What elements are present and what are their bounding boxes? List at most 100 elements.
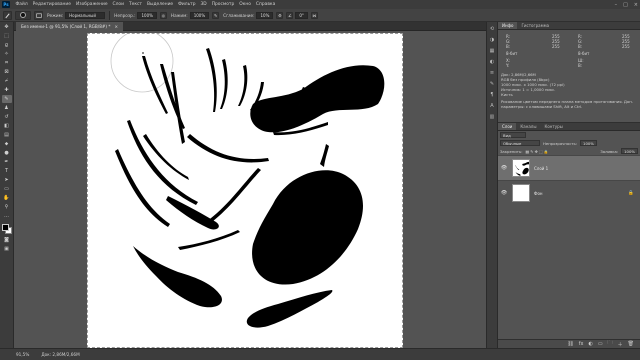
menu-view[interactable]: Просмотр (209, 2, 237, 7)
layer-kind-filter[interactable]: Вид (500, 132, 526, 138)
tab-info[interactable]: Инфо (498, 22, 518, 29)
sliders-icon: ≡ (489, 70, 495, 76)
move-tool[interactable]: ✥ (2, 23, 12, 31)
quick-select-tool[interactable]: ✧ (2, 50, 12, 58)
stroke-3 (171, 72, 185, 144)
magnifier-icon: ⚲ (4, 204, 9, 210)
minimize-button[interactable]: – (615, 2, 618, 8)
airbrush-button[interactable]: ✎ (212, 11, 220, 19)
menu-3d[interactable]: 3D (198, 2, 209, 7)
layer-row[interactable]: 👁 Фон 🔒 (498, 180, 640, 205)
adjustment-layer-icon[interactable]: ◐ (589, 341, 593, 347)
hand-tool[interactable]: ✋ (2, 194, 12, 202)
paths-panel-button[interactable]: ¶ (488, 91, 496, 99)
panel-icon-strip: ⟲ ◑ ▦ ◐ ≡ ✎ ¶ A ▥ (486, 22, 498, 348)
history-brush-tool[interactable]: ↺ (2, 113, 12, 121)
tab-close-icon[interactable]: × (114, 24, 118, 29)
doc-size[interactable]: Док: 2,86М/2,66М (41, 352, 79, 357)
tab-layers[interactable]: Слои (498, 123, 517, 130)
menu-edit[interactable]: Редактирование (30, 2, 73, 7)
lock-icons[interactable]: ▦ ✎ ✥ ⬚ 🔒 (525, 149, 548, 154)
menu-select[interactable]: Выделение (144, 2, 175, 7)
mask-icon[interactable]: ▭ (598, 341, 603, 347)
tab-histogram[interactable]: Гистограмма (517, 22, 553, 29)
foreground-color[interactable] (1, 224, 9, 231)
angle-field[interactable]: 0° (295, 11, 308, 19)
mode-select[interactable]: Нормальный (65, 11, 106, 19)
eraser-tool[interactable]: ◧ (2, 122, 12, 130)
visibility-eye-icon[interactable]: 👁 (500, 165, 508, 171)
new-layer-icon[interactable]: ＋ (618, 341, 623, 348)
smoothing-field[interactable]: 10% (256, 11, 274, 19)
lasso-tool[interactable]: ϱ (2, 41, 12, 49)
fx-icon[interactable]: fx (579, 341, 584, 347)
link-layers-icon[interactable]: ⛓ (567, 341, 573, 347)
color-panel-button[interactable]: ◑ (488, 36, 496, 44)
frame-tool[interactable]: ⊠ (2, 68, 12, 76)
history-panel-button[interactable]: ⟲ (488, 25, 496, 33)
document-canvas[interactable] (87, 33, 403, 348)
character-panel-button[interactable]: A (488, 102, 496, 110)
properties-panel-button[interactable]: ≡ (488, 69, 496, 77)
swatches-panel-button[interactable]: ▦ (488, 47, 496, 55)
tab-paths[interactable]: Контуры (540, 123, 566, 130)
brush-settings-button[interactable] (34, 10, 43, 20)
libraries-panel-button[interactable]: ▥ (488, 113, 496, 121)
stamp-tool[interactable]: ♟ (2, 104, 12, 112)
group-folder-icon[interactable]: 🗀 (608, 340, 613, 348)
path-select-tool[interactable]: ➤ (2, 176, 12, 184)
flow-field[interactable]: 100% (189, 11, 210, 19)
crop-tool[interactable]: ⌗ (2, 59, 12, 67)
opacity-field[interactable]: 100% (137, 11, 157, 19)
dodge-tool[interactable]: ● (2, 149, 12, 157)
shape-tool[interactable]: ▭ (2, 185, 12, 193)
symmetry-button[interactable]: ⋈ (310, 11, 318, 19)
visibility-eye-icon[interactable]: 👁 (500, 190, 508, 196)
menu-filter[interactable]: Фильтр (176, 2, 198, 7)
document-tab[interactable]: Без имени-1 @ 91,5% (Слой 1, RGB/8#) * × (16, 22, 123, 31)
menu-file[interactable]: Файл (13, 2, 30, 7)
maximize-button[interactable]: □ (623, 2, 628, 8)
fill-field[interactable]: 100% (621, 148, 638, 154)
history-icon: ⟲ (489, 26, 495, 32)
blend-mode-select[interactable]: Обычные (500, 140, 540, 146)
paragraph-icon: ¶ (490, 92, 494, 98)
menu-help[interactable]: Справка (253, 2, 277, 7)
marquee-tool[interactable]: ⬚ (2, 32, 12, 40)
type-tool[interactable]: T (2, 167, 12, 175)
lock-icon: 🔒 (628, 190, 634, 196)
screen-mode-button[interactable]: ▣ (2, 245, 12, 253)
layer-opacity-field[interactable]: 100% (580, 140, 597, 146)
close-button[interactable]: × (634, 2, 638, 8)
menu-window[interactable]: Окно (237, 2, 254, 7)
trash-icon[interactable]: 🗑 (628, 341, 634, 347)
smoothing-settings-button[interactable]: ⚙ (276, 11, 284, 19)
layer-row[interactable]: 👁 Слой 1 (498, 155, 640, 180)
menu-layers[interactable]: Слои (110, 2, 126, 7)
brush-tool-preset-button[interactable] (3, 10, 12, 20)
angle-button[interactable]: ∠ (286, 11, 294, 19)
canvas-workspace[interactable] (14, 31, 486, 348)
gradient-tool[interactable]: ▤ (2, 131, 12, 139)
tab-channels[interactable]: Каналы (516, 123, 540, 130)
pen-tool[interactable]: ✒ (2, 158, 12, 166)
zoom-tool[interactable]: ⚲ (2, 203, 12, 211)
more-tools[interactable]: … (2, 212, 12, 220)
menu-image[interactable]: Изображение (73, 2, 110, 7)
healing-tool[interactable]: ✚ (2, 86, 12, 94)
adjustments-panel-button[interactable]: ◐ (488, 58, 496, 66)
blur-tool[interactable]: ⬥ (2, 140, 12, 148)
brushes-panel-button[interactable]: ✎ (488, 80, 496, 88)
stroke-middle-4 (115, 149, 170, 227)
gear-icon: ⚙ (278, 12, 282, 18)
brush-tool[interactable]: ✎ (1, 95, 12, 103)
brush-size-picker[interactable] (15, 10, 31, 20)
brush-cursor-center (142, 52, 144, 54)
eyedropper-tool[interactable]: ⌿ (2, 77, 12, 85)
quick-mask-button[interactable]: ◙ (2, 236, 12, 244)
pressure-opacity-button[interactable]: ◎ (159, 11, 167, 19)
b-value-1: 255 (552, 44, 560, 49)
h-label: В: (578, 63, 583, 68)
zoom-level[interactable]: 91,5% (16, 352, 29, 357)
menu-type[interactable]: Текст (126, 2, 144, 7)
